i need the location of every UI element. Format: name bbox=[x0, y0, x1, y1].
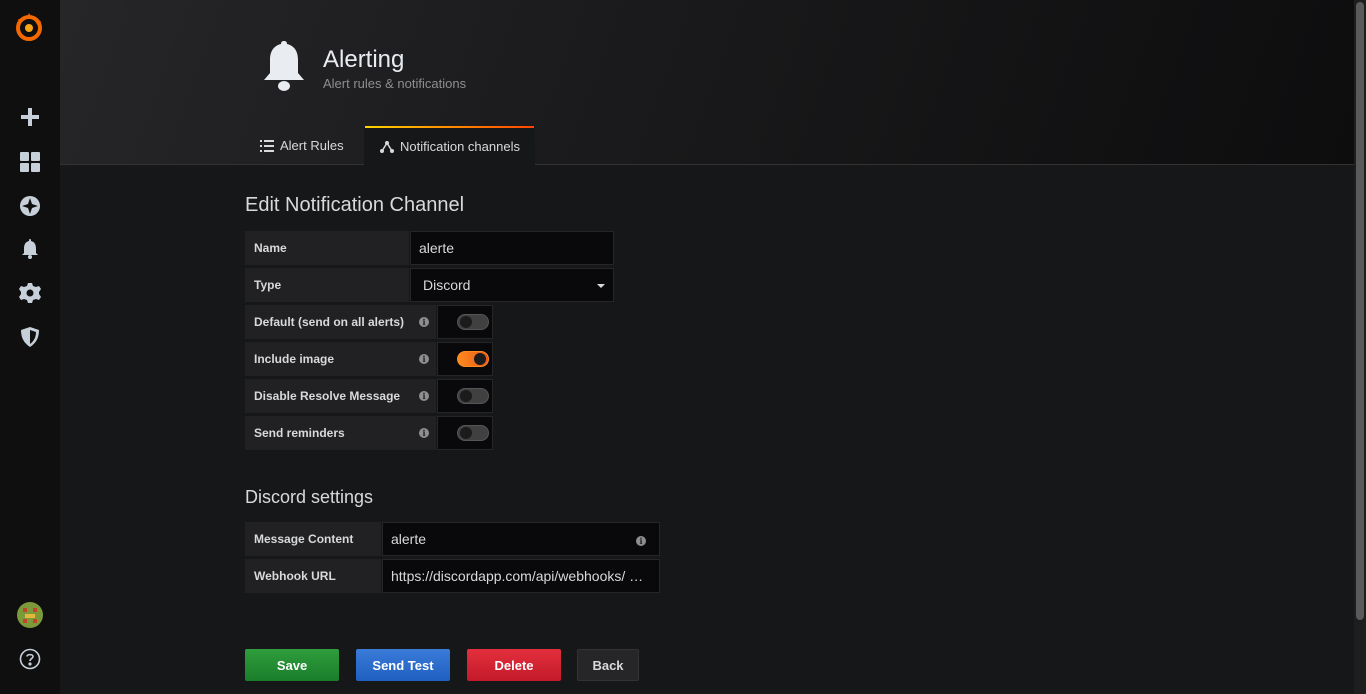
avatar[interactable] bbox=[14, 599, 46, 631]
info-icon[interactable]: i bbox=[419, 317, 429, 327]
page-title: Alerting bbox=[323, 46, 405, 73]
webhook-url-input[interactable]: https://discordapp.com/api/webhooks/ … bbox=[382, 559, 660, 593]
tab-label: Notification channels bbox=[400, 139, 520, 154]
tab-notification-channels[interactable]: Notification channels bbox=[364, 126, 535, 165]
page-header: Alerting Alert rules & notifications Ale… bbox=[60, 0, 1354, 165]
scrollbar-thumb[interactable] bbox=[1356, 2, 1364, 620]
toggle-switch[interactable] bbox=[457, 351, 489, 367]
info-icon[interactable]: i bbox=[419, 354, 429, 364]
disable-resolve-toggle[interactable] bbox=[437, 379, 493, 413]
explore-icon[interactable] bbox=[14, 190, 46, 222]
tab-alert-rules[interactable]: Alert Rules bbox=[260, 126, 344, 165]
include-image-label: Include image bbox=[245, 342, 436, 376]
info-icon[interactable]: i bbox=[636, 536, 646, 546]
toggle-switch[interactable] bbox=[457, 425, 489, 441]
discord-settings-heading: Discord settings bbox=[245, 487, 374, 507]
page-subtitle: Alert rules & notifications bbox=[323, 76, 467, 91]
include-image-toggle[interactable] bbox=[437, 342, 493, 376]
list-icon bbox=[260, 139, 274, 152]
tab-label: Alert Rules bbox=[280, 138, 344, 153]
chevron-down-icon bbox=[597, 284, 605, 288]
sidebar bbox=[0, 0, 60, 694]
dashboards-icon[interactable] bbox=[14, 146, 46, 178]
send-test-button[interactable]: Send Test bbox=[356, 649, 450, 681]
info-icon[interactable]: i bbox=[419, 391, 429, 401]
webhook-url-label: Webhook URL bbox=[245, 559, 381, 593]
message-content-input[interactable]: alerte bbox=[382, 522, 660, 556]
grafana-logo-icon bbox=[16, 13, 42, 41]
save-button[interactable]: Save bbox=[245, 649, 339, 681]
delete-button[interactable]: Delete bbox=[467, 649, 561, 681]
scrollbar[interactable] bbox=[1354, 0, 1366, 694]
type-select[interactable]: Discord bbox=[410, 268, 614, 302]
message-content-label: Message Content bbox=[245, 522, 381, 556]
name-input[interactable]: alerte bbox=[410, 231, 614, 265]
info-icon[interactable]: i bbox=[419, 428, 429, 438]
share-nodes-icon bbox=[380, 140, 394, 153]
name-label: Name bbox=[245, 231, 409, 265]
send-reminders-label: Send reminders bbox=[245, 416, 436, 450]
help-icon[interactable] bbox=[14, 643, 46, 675]
bell-icon[interactable] bbox=[14, 233, 46, 265]
shield-icon[interactable] bbox=[14, 321, 46, 353]
send-reminders-toggle[interactable] bbox=[437, 416, 493, 450]
default-label: Default (send on all alerts) bbox=[245, 305, 436, 339]
back-button[interactable]: Back bbox=[577, 649, 639, 681]
type-select-value: Discord bbox=[423, 277, 471, 293]
gear-icon[interactable] bbox=[14, 277, 46, 309]
toggle-switch[interactable] bbox=[457, 314, 489, 330]
alerting-bell-icon bbox=[264, 41, 304, 91]
grafana-logo[interactable] bbox=[12, 10, 46, 44]
type-label: Type bbox=[245, 268, 409, 302]
disable-resolve-label: Disable Resolve Message bbox=[245, 379, 436, 413]
plus-icon[interactable] bbox=[14, 101, 46, 133]
toggle-switch[interactable] bbox=[457, 388, 489, 404]
default-toggle[interactable] bbox=[437, 305, 493, 339]
form-heading: Edit Notification Channel bbox=[245, 194, 465, 216]
message-content-value: alerte bbox=[391, 531, 427, 547]
